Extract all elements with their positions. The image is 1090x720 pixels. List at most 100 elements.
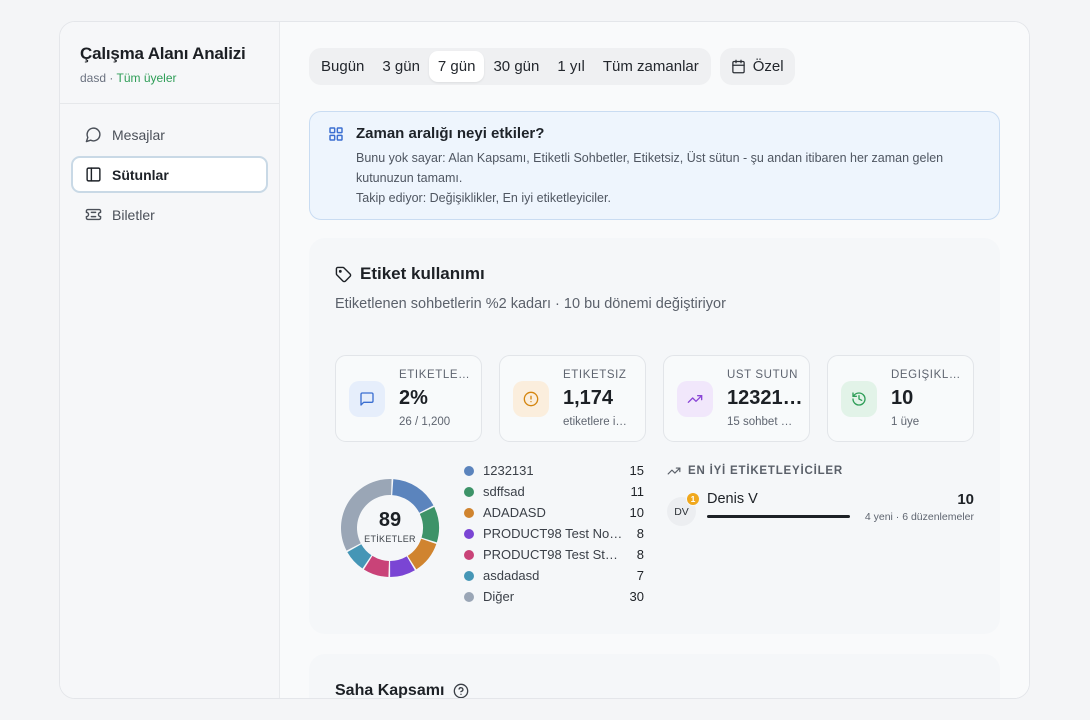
legend-value: 8 — [636, 547, 644, 562]
stat-card-changes[interactable]: DEĞİŞİKLİKLER 10 1 üye — [827, 355, 974, 442]
top-taggers-heading: EN İYİ ETİKETLEYİCİLER — [667, 460, 974, 481]
stat-label: ETİKETSİZ — [563, 369, 627, 381]
legend-item[interactable]: sdffsad 11 — [464, 481, 644, 502]
legend-swatch — [464, 570, 474, 581]
field-coverage-card: Saha Kapsamı — [309, 654, 1000, 699]
stat-value: 1232131 — [727, 387, 803, 409]
calendar-icon — [731, 59, 745, 74]
legend-label: PRODUCT98 Test Status — [483, 547, 623, 562]
main-content: Bugün 3 gün 7 gün 30 gün 1 yıl Tüm zaman… — [280, 22, 1029, 698]
legend-swatch — [464, 507, 474, 518]
legend-value: 11 — [630, 484, 645, 499]
donut-label: ETİKETLER — [364, 533, 416, 544]
columns-panel-icon — [86, 167, 101, 182]
legend-label: 1232131 — [483, 463, 534, 478]
legend-swatch — [464, 465, 474, 476]
legend-item[interactable]: ADADASD 10 — [464, 502, 644, 523]
legend-label: ADADASD — [483, 505, 546, 520]
legend-swatch — [464, 591, 474, 602]
stat-card-untagged[interactable]: ETİKETSİZ 1,174 etiketlere ihtiyaç var — [499, 355, 646, 442]
legend-item[interactable]: asdadasd 7 — [464, 565, 644, 586]
tag-usage-title: Etiket kullanımı — [360, 264, 485, 283]
sidebar-nav: Mesajlar Sütunlar Biletler — [60, 104, 279, 248]
history-icon — [852, 392, 866, 406]
tag-breakdown: 89 ETİKETLER 1232131 15 sdffsad 11 ADADASD… — [335, 460, 974, 630]
field-coverage-title: Saha Kapsamı — [335, 682, 445, 699]
rank-badge: 1 — [686, 492, 700, 506]
tagger-progress-bar — [707, 515, 850, 518]
tagger-row[interactable]: DV 1 Denis V 10 4 yeni · 6 düzenlemeler — [667, 491, 974, 541]
stat-icon-bg — [513, 381, 549, 417]
info-tracks-text: Takip ediyor: Değişiklikler, En iyi etik… — [356, 191, 611, 205]
info-ignores-text: Bunu yok sayar: Alan Kapsamı, Etiketli S… — [356, 151, 944, 185]
stat-label: ETİKETLENMİŞ — [399, 369, 471, 381]
stat-icon-bg — [677, 381, 713, 417]
range-option-30d[interactable]: 30 gün — [484, 51, 548, 82]
legend-item[interactable]: PRODUCT98 Test Notes 8 — [464, 523, 644, 544]
time-range-bar: Bugün 3 gün 7 gün 30 gün 1 yıl Tüm zaman… — [309, 48, 1000, 85]
legend-value: 10 — [629, 505, 644, 520]
top-taggers-title: EN İYİ ETİKETLEYİCİLER — [688, 464, 843, 477]
legend-value: 7 — [636, 568, 644, 583]
trending-up-icon — [687, 395, 703, 403]
donut-total: 89 — [378, 508, 402, 531]
stat-note: 26 / 1,200 — [399, 416, 451, 428]
sidebar-header: Çalışma Alanı Analizi dasd · Tüm üyeler — [60, 22, 279, 104]
sidebar-item-messages[interactable]: Mesajlar — [71, 116, 268, 153]
range-option-3d[interactable]: 3 gün — [373, 51, 429, 82]
custom-range-label: Özel — [752, 58, 784, 75]
legend-swatch — [464, 528, 474, 539]
custom-range-button[interactable]: Özel — [719, 48, 795, 85]
workspace-name: dasd — [80, 71, 107, 85]
info-title: Zaman aralığı neyi etkiler? — [356, 125, 545, 142]
stat-label: DEĞİŞİKLİKLER — [891, 369, 963, 381]
legend-item[interactable]: Diğer 30 — [464, 586, 644, 607]
sidebar-item-label: Biletler — [112, 206, 155, 223]
range-option-all[interactable]: Tüm zamanlar — [594, 51, 708, 82]
stat-label: ÜST SÜTUN — [727, 369, 798, 381]
help-circle-icon[interactable] — [453, 683, 469, 699]
legend-item[interactable]: PRODUCT98 Test Status 8 — [464, 544, 644, 565]
legend-label: Diğer — [483, 589, 515, 604]
stat-card-top-column[interactable]: ÜST SÜTUN 1232131 15 sohbet etiketlendi — [663, 355, 810, 442]
legend-value: 8 — [636, 526, 644, 541]
range-option-7d[interactable]: 7 gün — [428, 51, 485, 82]
stat-value: 1,174 — [563, 387, 614, 409]
legend-value: 15 — [629, 463, 644, 478]
stat-value: 2% — [399, 387, 428, 409]
legend-swatch — [464, 486, 474, 497]
time-range-info-box: Zaman aralığı neyi etkiler? Bunu yok say… — [309, 111, 1000, 220]
tagger-name: Denis V — [707, 491, 758, 507]
legend-item[interactable]: 1232131 15 — [464, 460, 644, 481]
alert-circle-icon — [523, 391, 539, 407]
stat-value: 10 — [891, 387, 914, 409]
tag-usage-subtitle: Etiketlenen sohbetlerin %2 kadarı · 10 b… — [335, 296, 726, 312]
stat-note: 1 üye — [891, 416, 920, 428]
tag-icon — [335, 266, 352, 282]
legend-label: sdffsad — [483, 484, 525, 499]
top-taggers: EN İYİ ETİKETLEYİCİLER DV 1 Denis V 10 4… — [667, 460, 974, 541]
workspace-subtitle: dasd · Tüm üyeler — [80, 71, 259, 85]
grid-icon — [329, 127, 343, 141]
field-coverage-heading: Saha Kapsamı — [335, 682, 974, 699]
tag-usage-card: Etiket kullanımı Etiketlenen sohbetlerin… — [309, 238, 1000, 634]
tagger-meta: 4 yeni · 6 düzenlemeler — [864, 511, 974, 523]
subtitle-separator: · — [106, 71, 117, 85]
range-segmented-control: Bugün 3 gün 7 gün 30 gün 1 yıl Tüm zaman… — [309, 48, 711, 85]
legend-label: asdadasd — [483, 568, 540, 583]
stat-card-tagged[interactable]: ETİKETLENMİŞ 2% 26 / 1,200 — [335, 355, 482, 442]
sidebar-item-tickets[interactable]: Biletler — [71, 196, 268, 233]
app-window: Çalışma Alanı Analizi dasd · Tüm üyeler … — [59, 21, 1030, 699]
message-square-icon — [360, 392, 374, 406]
stat-note: etiketlere ihtiyaç var — [563, 416, 633, 428]
tagger-score: 10 — [957, 491, 974, 508]
legend-value: 30 — [629, 589, 644, 604]
sidebar-item-label: Sütunlar — [112, 166, 169, 183]
member-scope-link[interactable]: Tüm üyeler — [116, 71, 176, 85]
sidebar-item-columns[interactable]: Sütunlar — [71, 156, 268, 193]
sidebar-item-label: Mesajlar — [112, 126, 165, 143]
range-option-today[interactable]: Bugün — [312, 51, 373, 82]
stat-note: 15 sohbet etiketlendi — [727, 416, 797, 428]
tag-usage-heading: Etiket kullanımı — [335, 264, 974, 284]
range-option-1y[interactable]: 1 yıl — [548, 51, 594, 82]
